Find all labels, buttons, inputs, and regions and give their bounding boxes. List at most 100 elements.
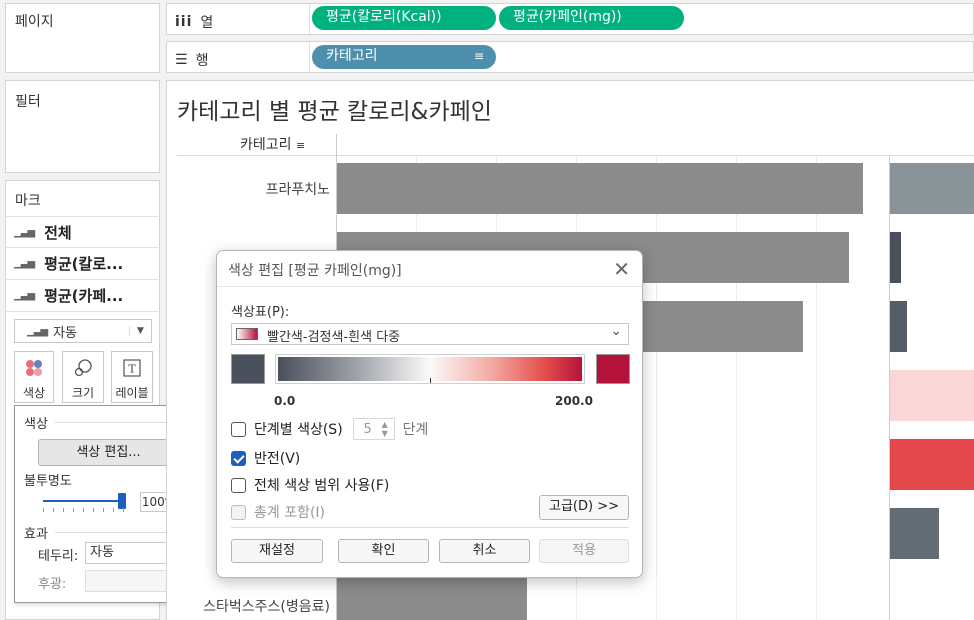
gradient-preview <box>275 354 585 384</box>
reversed-row[interactable]: 반전(V) <box>231 448 300 468</box>
steps-value: 5 <box>363 421 372 437</box>
chevron-down-icon: ▼ <box>129 326 151 336</box>
color-card[interactable]: 색상 <box>14 351 54 403</box>
sort-icon: ≡ <box>295 139 306 152</box>
pages-panel: 페이지 <box>5 3 160 73</box>
reset-button[interactable]: 재설정 <box>231 539 323 563</box>
column-pill-calories[interactable]: 평균(칼로리(Kcal)) <box>312 6 496 30</box>
bar-chart-icon: ▁▃▅ <box>14 226 35 238</box>
palette-label: 색상표(P): <box>231 305 290 320</box>
label-t-icon: T <box>123 359 141 377</box>
shelf-divider <box>309 42 310 72</box>
columns-shelf-label: iii 열 <box>175 12 213 32</box>
calorie-bar[interactable] <box>337 163 863 214</box>
border-label: 테두리: <box>38 549 79 564</box>
border-select-value: 자동 <box>90 545 114 560</box>
range-max: 200.0 <box>555 394 593 408</box>
stepped-label: 단계별 색상(S) <box>254 422 343 438</box>
gridline <box>656 155 657 620</box>
border-select[interactable]: 자동 ⌄ <box>85 542 179 564</box>
stepper-arrows-icon: ▲ ▼ <box>381 420 388 438</box>
reversed-label: 반전(V) <box>254 451 301 467</box>
reversed-checkbox[interactable] <box>231 450 246 466</box>
palette-select[interactable]: 빨간색-검정색-흰색 다중 ⌄ <box>231 323 629 345</box>
mark-type-dropdown[interactable]: ▁▃▅ 자동 ▼ <box>14 319 152 343</box>
include-totals-checkbox <box>231 504 246 520</box>
start-color-swatch[interactable] <box>231 354 265 384</box>
marks-row-label: 평균(카페... <box>44 287 124 305</box>
rows-shelf[interactable]: ☰ 행 <box>166 41 974 73</box>
size-icon <box>74 359 92 377</box>
row-pill-category[interactable]: 카테고리 ≡ <box>312 45 496 69</box>
color-dots-icon <box>26 360 42 376</box>
range-min: 0.0 <box>274 394 296 408</box>
caffeine-bar[interactable] <box>890 370 974 421</box>
full-range-checkbox[interactable] <box>231 477 246 493</box>
stepped-checkbox[interactable] <box>231 421 246 437</box>
pages-title: 페이지 <box>15 14 54 30</box>
label-card-label: 레이블 <box>115 386 149 400</box>
ok-button[interactable]: 확인 <box>338 539 429 563</box>
view-title: 카테고리 별 평균 칼로리&카페인 <box>177 99 492 125</box>
end-color-swatch[interactable] <box>596 354 630 384</box>
svg-text:T: T <box>128 363 136 376</box>
category-header-label: 카테고리 <box>240 137 292 153</box>
chevron-down-icon: ⌄ <box>610 323 622 339</box>
marks-row-calories[interactable]: ▁▃▅ 평균(칼로... <box>6 248 158 280</box>
advanced-button[interactable]: 고급(D) >> <box>539 495 629 520</box>
marks-title: 마크 <box>15 193 41 209</box>
category-label: 프라푸치노 <box>265 182 330 198</box>
opacity-label: 불투명도 <box>24 474 72 489</box>
rows-icon: ☰ <box>175 52 188 68</box>
category-header[interactable]: 카테고리 ≡ <box>240 134 305 154</box>
close-icon[interactable]: ✕ <box>613 257 630 281</box>
caffeine-bar[interactable] <box>890 301 907 352</box>
effects-label: 효과 <box>24 527 48 542</box>
color-card-label: 색상 <box>22 386 46 400</box>
marks-row-caffeine[interactable]: ▁▃▅ 평균(카페... <box>6 280 158 312</box>
cancel-button[interactable]: 취소 <box>439 539 530 563</box>
include-totals-row: 총계 포함(I) <box>231 502 325 522</box>
gridline <box>736 155 737 620</box>
caffeine-bar[interactable] <box>890 508 939 559</box>
opacity-slider-handle[interactable] <box>118 493 126 509</box>
gridline <box>816 155 817 620</box>
rows-label-text: 행 <box>195 53 209 69</box>
dialog-titlebar: 색상 편집 [평균 카페인(mg)] ✕ <box>217 251 642 287</box>
calorie-bar[interactable] <box>337 577 527 620</box>
dialog-divider <box>231 527 629 528</box>
sort-icon: ≡ <box>473 49 484 63</box>
color-section-title: 색상 <box>24 417 48 432</box>
edit-color-button[interactable]: 색상 편집... <box>38 439 179 466</box>
palette-swatch-icon <box>236 328 258 340</box>
dialog-title: 색상 편집 [평균 카페인(mg)] <box>228 263 402 279</box>
row-pill-label: 카테고리 <box>326 48 378 64</box>
opacity-slider-fill <box>43 500 121 502</box>
steps-stepper: 5 ▲ ▼ <box>352 418 395 440</box>
marks-row-label: 평균(칼로... <box>44 255 124 273</box>
column-pill-caffeine[interactable]: 평균(카페인(mg)) <box>499 6 684 30</box>
columns-label-text: 열 <box>200 15 214 31</box>
columns-icon: iii <box>175 14 193 30</box>
shelf-divider <box>309 4 310 34</box>
caffeine-bar[interactable] <box>890 439 974 490</box>
caffeine-bar[interactable] <box>890 163 974 214</box>
halo-label: 후광: <box>38 577 67 592</box>
size-card[interactable]: 크기 <box>62 351 104 403</box>
marks-row-all[interactable]: ▁▃▅ 전체 <box>6 216 158 248</box>
center-tick <box>430 378 431 383</box>
filters-panel[interactable]: 필터 <box>5 80 160 173</box>
rows-shelf-label: ☰ 행 <box>175 50 208 70</box>
category-label: 스타벅스주스(병음료) <box>203 599 330 615</box>
slider-ticks <box>43 508 125 512</box>
size-card-label: 크기 <box>71 386 95 400</box>
marks-row-label: 전체 <box>44 223 72 242</box>
filters-title: 필터 <box>15 94 41 110</box>
full-range-label: 전체 색상 범위 사용(F) <box>254 478 390 494</box>
caffeine-bar[interactable] <box>890 232 901 283</box>
label-card[interactable]: T 레이블 <box>111 351 153 403</box>
full-range-row[interactable]: 전체 색상 범위 사용(F) <box>231 475 389 495</box>
steps-unit: 단계 <box>402 422 429 438</box>
bar-chart-icon: ▁▃▅ <box>14 258 35 269</box>
stepped-color-row[interactable]: 단계별 색상(S) 5 ▲ ▼ 단계 <box>231 418 428 440</box>
